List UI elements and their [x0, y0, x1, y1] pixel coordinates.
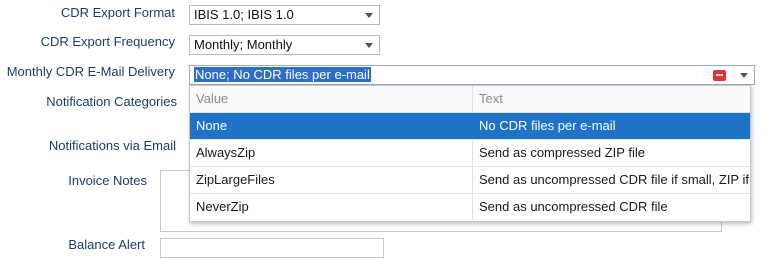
- column-header-value: Value: [196, 91, 229, 106]
- option-text: Send as compressed ZIP file: [479, 145, 645, 160]
- monthly-cdr-email-delivery-label: Monthly CDR E-Mail Delivery: [6, 64, 175, 79]
- monthly-cdr-email-delivery-select[interactable]: None; No CDR files per e-mail: [189, 65, 755, 85]
- monthly-cdr-email-delivery-value[interactable]: None; No CDR files per e-mail: [194, 67, 371, 82]
- dropdown-header: Value Text: [190, 86, 750, 113]
- column-header-text: Text: [479, 91, 503, 106]
- option-text: No CDR files per e-mail: [479, 118, 616, 133]
- notification-categories-label: Notification Categories: [46, 94, 177, 109]
- delivery-options-dropdown: Value Text None No CDR files per e-mail …: [189, 85, 751, 222]
- balance-alert-input[interactable]: [160, 238, 384, 258]
- cdr-export-format-value: IBIS 1.0; IBIS 1.0: [194, 7, 294, 22]
- cdr-export-format-select[interactable]: IBIS 1.0; IBIS 1.0: [189, 5, 380, 25]
- chevron-down-icon[interactable]: [365, 43, 373, 48]
- option-value: AlwaysZip: [196, 145, 256, 160]
- cdr-export-format-label: CDR Export Format: [60, 5, 175, 20]
- error-icon: [713, 70, 726, 81]
- option-value: None: [196, 118, 228, 133]
- cdr-export-frequency-value: Monthly; Monthly: [194, 37, 293, 52]
- option-value: NeverZip: [196, 199, 249, 214]
- option-text: Send as uncompressed CDR file if small, …: [479, 172, 749, 187]
- invoice-notes-label: Invoice Notes: [68, 173, 147, 188]
- dropdown-option-neverzip[interactable]: NeverZip Send as uncompressed CDR file: [190, 194, 750, 221]
- dropdown-option-ziplargefiles[interactable]: ZipLargeFiles Send as uncompressed CDR f…: [190, 167, 750, 194]
- dropdown-option-alwayszip[interactable]: AlwaysZip Send as compressed ZIP file: [190, 140, 750, 167]
- notifications-via-email-label: Notifications via Email: [48, 138, 176, 153]
- cdr-export-frequency-label: CDR Export Frequency: [40, 34, 175, 49]
- chevron-down-icon[interactable]: [740, 73, 748, 78]
- chevron-down-icon[interactable]: [365, 13, 373, 18]
- cdr-export-frequency-select[interactable]: Monthly; Monthly: [189, 35, 380, 55]
- option-value: ZipLargeFiles: [196, 172, 275, 187]
- option-text: Send as uncompressed CDR file: [479, 199, 668, 214]
- dropdown-option-none[interactable]: None No CDR files per e-mail: [190, 113, 750, 140]
